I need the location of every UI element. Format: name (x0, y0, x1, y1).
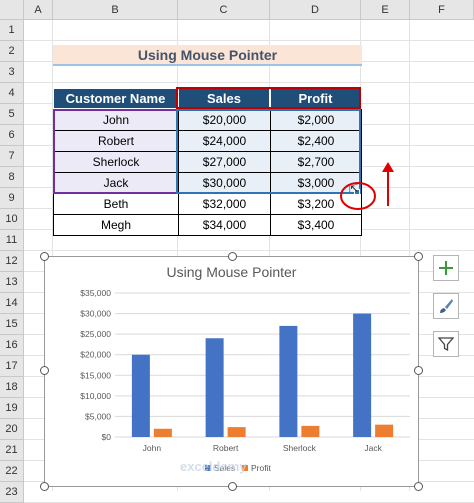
chart-resize-handle[interactable] (40, 252, 49, 261)
y-tick-label: $15,000 (80, 370, 111, 380)
legend-label: Profit (251, 463, 271, 473)
row-header-12[interactable]: 12 (0, 251, 24, 272)
chart-elements-button[interactable] (433, 255, 459, 281)
row-header-11[interactable]: 11 (0, 230, 24, 251)
row-header-16[interactable]: 16 (0, 335, 24, 356)
chart-resize-handle[interactable] (40, 482, 49, 491)
chart-resize-handle[interactable] (40, 366, 49, 375)
bar-profit (301, 425, 320, 437)
row-header-2[interactable]: 2 (0, 41, 24, 62)
row-header-6[interactable]: 6 (0, 125, 24, 146)
row-header-3[interactable]: 3 (0, 62, 24, 83)
chart-filters-button[interactable] (433, 331, 459, 357)
chart-resize-handle[interactable] (414, 366, 423, 375)
x-tick-label: Robert (213, 443, 239, 453)
selection-value-range (176, 109, 361, 194)
column-header-f[interactable]: F (410, 0, 474, 20)
table-cell[interactable]: $32,000 (178, 193, 271, 215)
plus-icon (439, 261, 453, 275)
row-header-15[interactable]: 15 (0, 314, 24, 335)
table-cell[interactable]: Megh (53, 214, 179, 236)
annotation-overlay (340, 162, 394, 210)
row-header-10[interactable]: 10 (0, 209, 24, 230)
y-tick-label: $5,000 (85, 411, 111, 421)
table-cell[interactable]: Beth (53, 193, 179, 215)
gridline-row (24, 82, 474, 83)
row-header-23[interactable]: 23 (0, 482, 24, 503)
gridline-row (24, 250, 474, 251)
x-tick-label: Sherlock (283, 443, 317, 453)
column-header-a[interactable]: A (24, 0, 53, 20)
brush-icon (440, 299, 453, 313)
bar-sales (353, 313, 372, 437)
row-header-7[interactable]: 7 (0, 146, 24, 167)
bar-profit (227, 427, 246, 437)
filter-icon (438, 337, 454, 352)
watermark: exceldemy (180, 459, 247, 474)
row-header-22[interactable]: 22 (0, 461, 24, 482)
chart-area[interactable]: Using Mouse Pointer $0 $5,000 $10,000 $15,0… (44, 256, 419, 487)
row-header-21[interactable]: 21 (0, 440, 24, 461)
select-all-corner[interactable] (0, 0, 24, 20)
chart-resize-handle[interactable] (228, 252, 237, 261)
row-header-13[interactable]: 13 (0, 272, 24, 293)
chart-styles-button[interactable] (433, 293, 459, 319)
table-cell[interactable]: $34,000 (178, 214, 271, 236)
y-tick-label: $25,000 (80, 329, 111, 339)
chart-resize-handle[interactable] (414, 482, 423, 491)
x-tick-label: John (143, 443, 162, 453)
y-tick-label: $35,000 (80, 288, 111, 298)
row-header-5[interactable]: 5 (0, 104, 24, 125)
column-header-e[interactable]: E (361, 0, 410, 20)
annotation-arrow-head (382, 162, 394, 172)
bar-sales (205, 338, 224, 437)
bar-sales (131, 354, 150, 437)
selection-header-range (176, 87, 361, 109)
gridline-row (24, 40, 474, 41)
row-header-18[interactable]: 18 (0, 377, 24, 398)
row-header-19[interactable]: 19 (0, 398, 24, 419)
y-tick-label: $30,000 (80, 309, 111, 319)
chart-resize-handle[interactable] (414, 252, 423, 261)
y-tick-label: $0 (102, 432, 112, 442)
row-header-20[interactable]: 20 (0, 419, 24, 440)
column-header-b[interactable]: B (53, 0, 178, 20)
table-header-cell[interactable]: Customer Name (53, 88, 178, 109)
chart-resize-handle[interactable] (228, 482, 237, 491)
row-header-1[interactable]: 1 (0, 20, 24, 41)
y-tick-label: $20,000 (80, 350, 111, 360)
row-header-9[interactable]: 9 (0, 188, 24, 209)
row-header-8[interactable]: 8 (0, 167, 24, 188)
column-header-c[interactable]: C (178, 0, 270, 20)
x-tick-label: Jack (364, 443, 382, 453)
selection-name-range (53, 109, 178, 194)
table-cell[interactable]: $3,400 (270, 214, 362, 236)
chart-plot[interactable]: $0 $5,000 $10,000 $15,000 $20,000 $25,000 $30,… (45, 257, 420, 488)
row-header-4[interactable]: 4 (0, 83, 24, 104)
bar-profit (153, 428, 172, 437)
column-header-d[interactable]: D (270, 0, 361, 20)
bar-profit (375, 424, 394, 437)
annotation-circle (340, 182, 376, 210)
y-tick-label: $10,000 (80, 391, 111, 401)
sheet-title[interactable]: Using Mouse Pointer (53, 45, 362, 66)
row-header-14[interactable]: 14 (0, 293, 24, 314)
bar-sales (279, 325, 298, 437)
row-header-17[interactable]: 17 (0, 356, 24, 377)
